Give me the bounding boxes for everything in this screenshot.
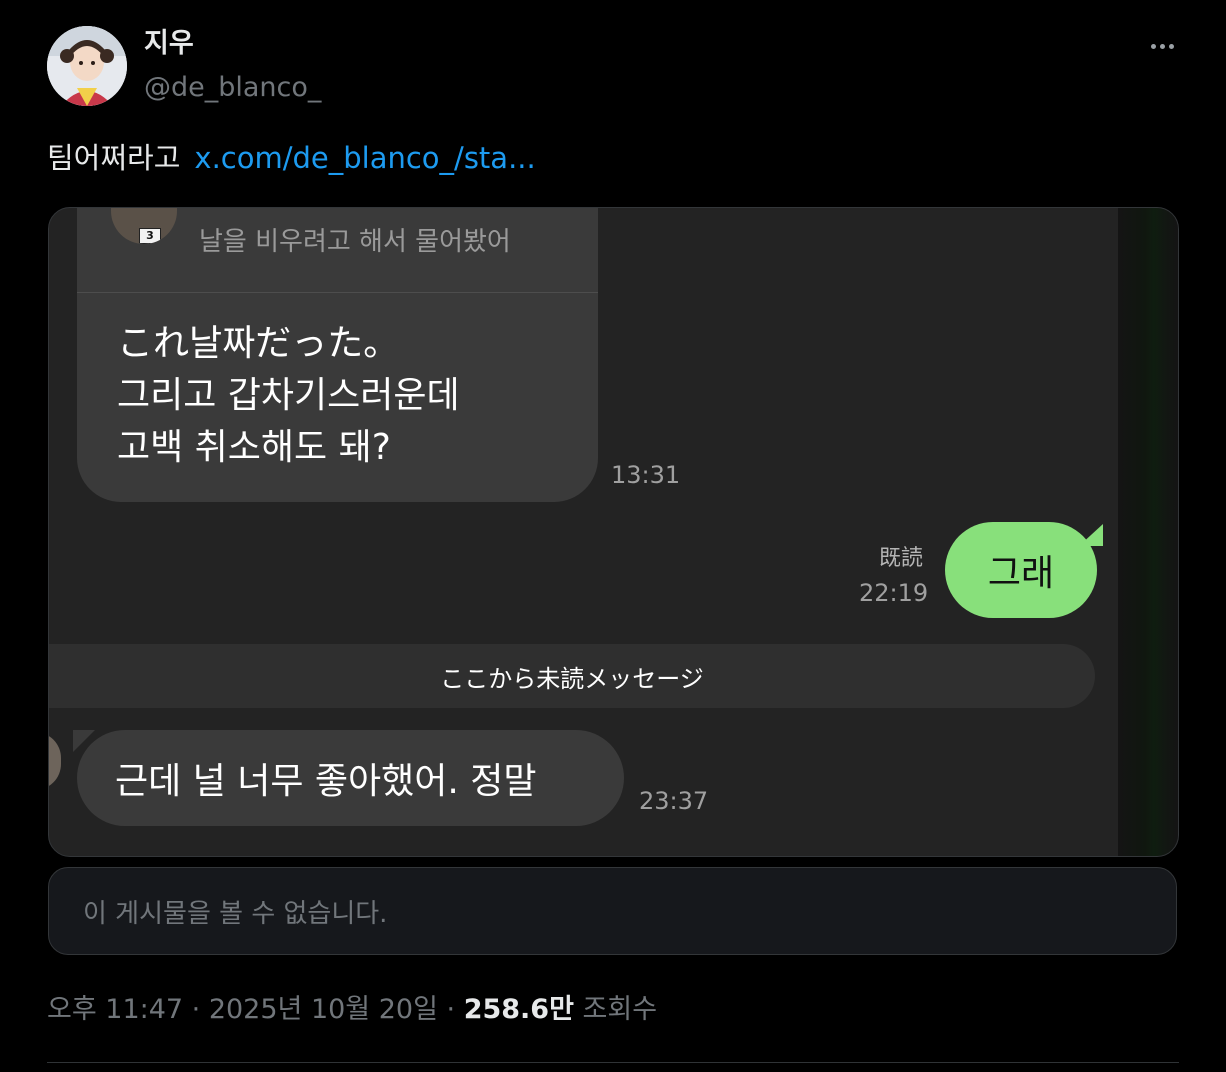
message-2-time: 23:37 [639, 787, 709, 815]
message-line: これ날짜だった。 [117, 323, 400, 364]
unread-divider: ここから未読メッセージ [49, 644, 1095, 708]
tweet-link[interactable]: x.com/de_blanco_/sta... [194, 141, 535, 175]
chat-message-1: これ날짜だった。 그리고 갑차기스러운데 고백 취소해도 돼? [117, 318, 460, 474]
read-receipt: 既読 [879, 546, 924, 571]
views-count: 258.6만 [463, 994, 574, 1025]
more-dot [1159, 43, 1165, 49]
more-options-icon[interactable] [1142, 34, 1182, 58]
author-handle[interactable]: @de_blanco_ [144, 70, 321, 106]
quoted-badge: 3 [139, 228, 161, 244]
attached-image[interactable]: 3 날을 비우려고 해서 물어봤어 これ날짜だった。 그리고 갑차기스러운데 고… [48, 207, 1179, 857]
tweet-body: 팀어쩌라고 [47, 141, 181, 175]
reply-time: 22:19 [859, 579, 929, 607]
quote-divider [77, 292, 598, 293]
chat-message-2: 근데 널 너무 좋아했어. 정말 [77, 730, 624, 826]
tweet-text: 팀어쩌라고 x.com/de_blanco_/sta... [47, 138, 536, 178]
image-edge-strip [1118, 208, 1178, 856]
reply-bubble: 그래 [945, 522, 1097, 618]
unavailable-quote-card: 이 게시물을 볼 수 없습니다. [48, 867, 1177, 955]
quoted-name-cropped [199, 208, 283, 214]
sender-avatar-cropped [49, 732, 61, 790]
message-1-time: 13:31 [611, 461, 681, 489]
message-line: 그리고 갑차기스러운데 [117, 375, 460, 416]
author-avatar[interactable] [47, 26, 127, 106]
views-label: 조회수 [573, 994, 658, 1025]
message-line: 고백 취소해도 돼? [117, 427, 391, 468]
quoted-preview-text: 날을 비우려고 해서 물어봤어 [199, 227, 511, 257]
author-display-name[interactable]: 지우 [144, 26, 194, 62]
tweet-meta: 오후 11:47 · 2025년 10월 20일 · 258.6만 조회수 [47, 992, 657, 1028]
divider [47, 1062, 1179, 1063]
more-dot [1168, 43, 1174, 49]
avatar-image [47, 26, 127, 106]
more-dot [1150, 43, 1156, 49]
tweet-detail: 지우 @de_blanco_ 팀어쩌라고 x.com/de_blanco_/sta… [0, 0, 1226, 1072]
tweet-timestamp[interactable]: 오후 11:47 · 2025년 10월 20일 · [47, 994, 464, 1025]
